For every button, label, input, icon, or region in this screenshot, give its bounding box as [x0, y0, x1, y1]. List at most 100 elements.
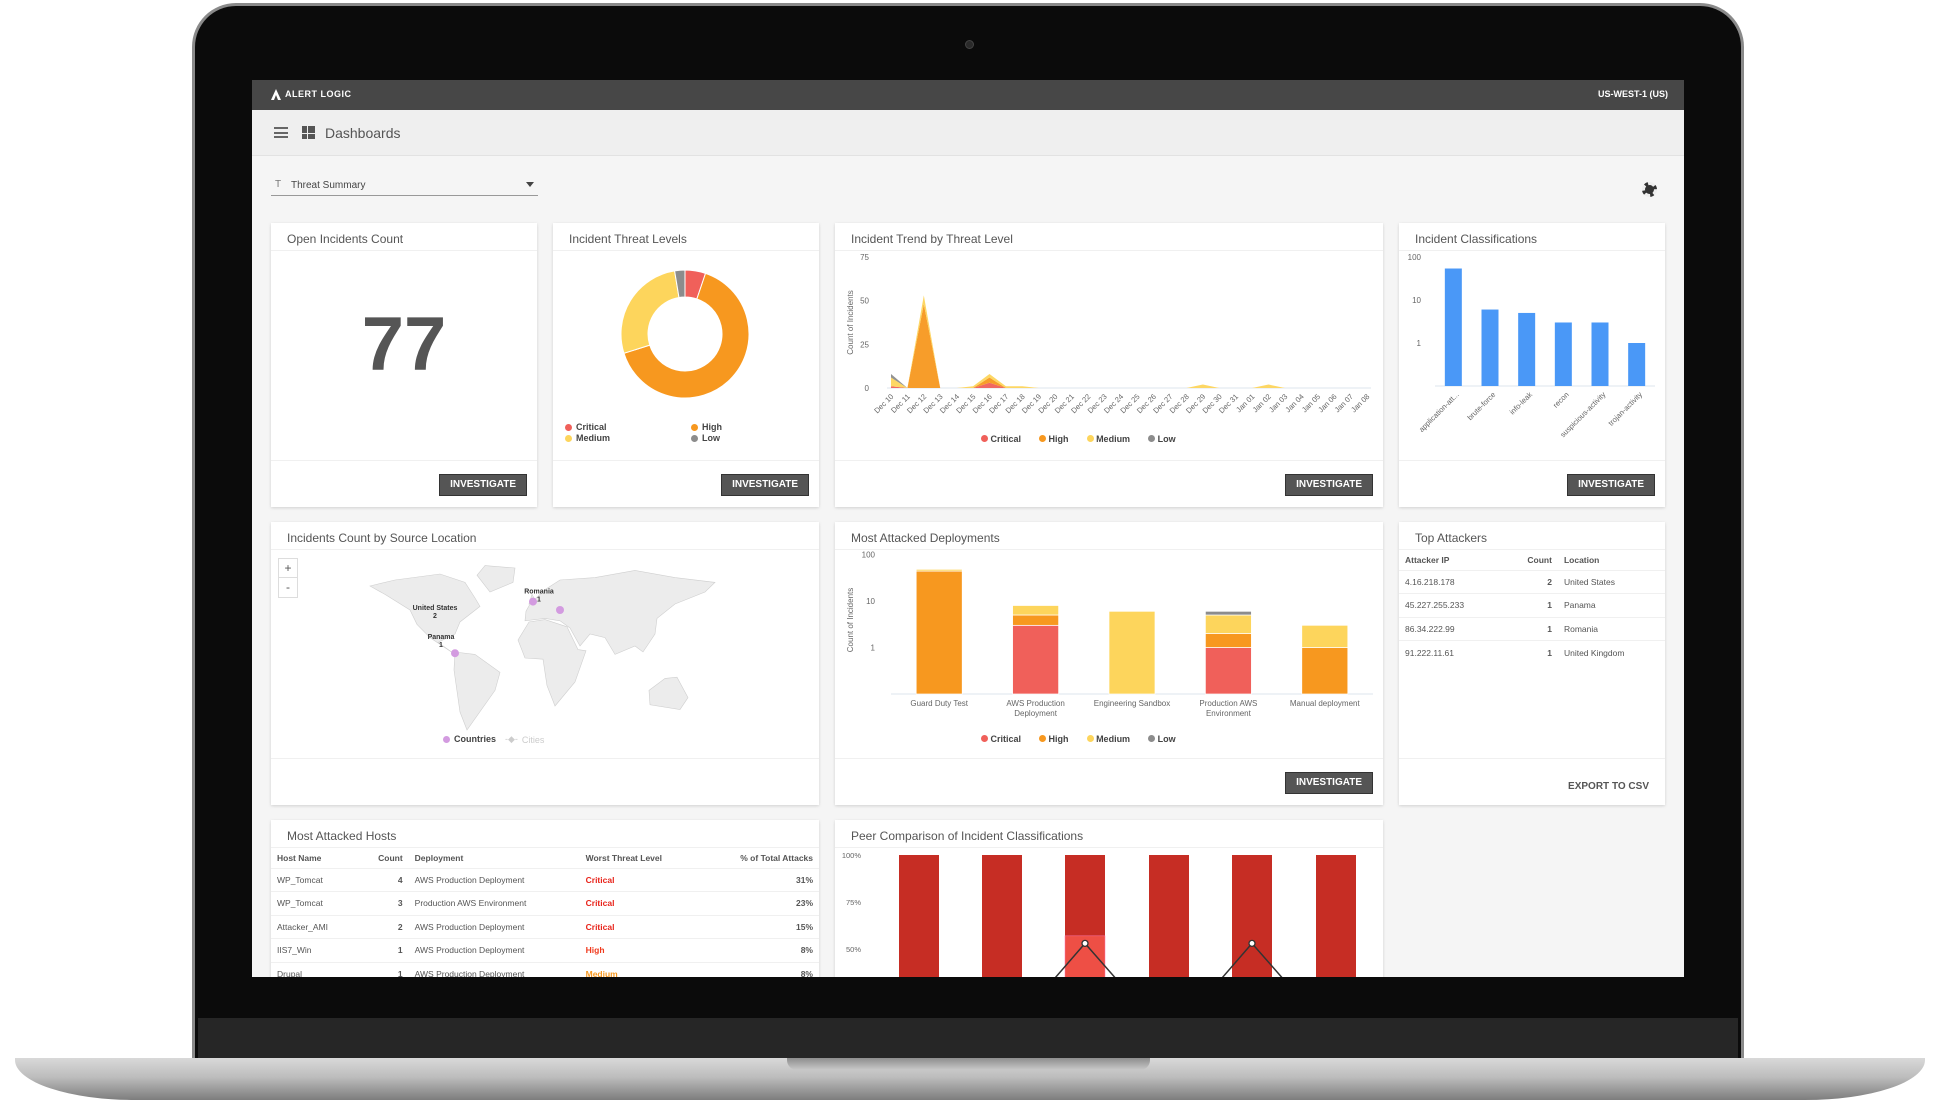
marker-count: 1 [439, 642, 443, 649]
menu-icon[interactable] [274, 127, 288, 138]
table-row[interactable]: WP_Tomcat 4 AWS Production Deployment Criti… [271, 867, 819, 892]
host-deployment: AWS Production Deployment [408, 867, 580, 892]
peer-bar [1316, 855, 1356, 977]
legend-medium[interactable]: Medium [1086, 434, 1130, 444]
peer-line-point [1248, 939, 1256, 948]
legend-low[interactable]: Low [1148, 434, 1176, 444]
y-tick-label: 50% [846, 945, 861, 954]
card-title: Most Attacked Deployments [835, 522, 1383, 550]
attacked-hosts-card: Most Attacked Hosts Host Name Count Depl… [271, 820, 819, 977]
host-deployment: AWS Production Deployment [408, 938, 580, 962]
column-header[interactable]: Count [358, 848, 409, 868]
country-marker [529, 597, 537, 606]
attacker-ip: 91.222.11.61 [1399, 640, 1504, 664]
x-tick-label: AWS Production [1006, 699, 1064, 708]
deployments-legend: Critical High Medium Low [981, 734, 1176, 744]
y-tick-label: 100 [1408, 253, 1422, 262]
column-header[interactable]: Location [1558, 550, 1665, 570]
table-row[interactable]: WP_Tomcat 3 Production AWS Environment Crit… [271, 891, 819, 915]
investigate-button[interactable]: INVESTIGATE [1285, 772, 1373, 794]
host-count: 1 [358, 961, 409, 977]
table-row[interactable]: Attacker_AMI 2 AWS Production Deployment Cr… [271, 914, 819, 939]
investigate-button[interactable]: INVESTIGATE [1567, 474, 1655, 496]
marker-label: Romania [524, 589, 554, 596]
column-header[interactable]: Count [1504, 550, 1558, 570]
column-header[interactable]: Host Name [271, 848, 358, 868]
host-name: WP_Tomcat [271, 867, 359, 892]
bar-segment-medium [915, 568, 963, 572]
table-row[interactable]: IIS7_Win 1 AWS Production Deployment High 8% [271, 938, 819, 962]
legend-critical[interactable]: Critical [981, 734, 1021, 744]
legend-critical[interactable]: Critical [565, 422, 607, 432]
dashboard-select-value: Threat Summary [291, 180, 366, 191]
worst-threat-level: Critical [579, 867, 702, 892]
x-tick-label: trojan-activity [1606, 390, 1644, 428]
x-tick-label: Engineering Sandbox [1094, 699, 1171, 708]
percent-total: 8% [701, 961, 819, 977]
marker-label: United States [413, 605, 458, 612]
country-shape [453, 651, 501, 731]
worst-threat-level: High [579, 938, 702, 962]
area-low [891, 295, 1367, 388]
host-count: 1 [358, 938, 409, 962]
column-header[interactable]: % of Total Attacks [702, 848, 819, 868]
bar-segment-medium [1108, 610, 1156, 695]
bar-brute-force [1481, 309, 1499, 386]
attacker-ip: 86.34.222.99 [1399, 616, 1504, 641]
region-selector[interactable]: US-WEST-1 (US) [1598, 89, 1668, 99]
column-header[interactable]: Attacker IP [1399, 550, 1504, 570]
legend-critical[interactable]: Critical [981, 434, 1021, 444]
world-map[interactable]: United States2Romania1Panama1 [271, 550, 819, 735]
legend-low[interactable]: Low [691, 433, 720, 443]
peer-comparison-chart: 50% 75% 100% [842, 851, 1356, 977]
export-csv-button[interactable]: EXPORT TO CSV [1568, 781, 1649, 792]
dashboard-select[interactable]: T Threat Summary [271, 176, 538, 196]
column-header[interactable]: Deployment [409, 848, 580, 868]
attacker-location: Romania [1557, 616, 1665, 641]
legend-medium[interactable]: Medium [565, 433, 610, 443]
y-tick-label: 75% [846, 898, 861, 907]
percent-total: 23% [701, 891, 819, 915]
laptop-notch [787, 1058, 1150, 1070]
classifications-card: Incident Classifications 1 10 100 applicati… [1399, 223, 1665, 507]
x-tick-label: Production AWS [1199, 699, 1257, 708]
legend-countries[interactable]: Countries [443, 734, 496, 744]
x-tick-label: Environment [1206, 709, 1252, 718]
legend-medium[interactable]: Medium [1086, 734, 1130, 744]
y-tick-label: 25 [860, 340, 869, 349]
donut-slice-medium [620, 270, 680, 354]
country-shape [476, 565, 516, 593]
table-row[interactable]: Drupal 1 AWS Production Deployment Medium 8% [271, 961, 819, 977]
card-title: Incident Classifications [1399, 223, 1665, 251]
chevron-down-icon [526, 182, 534, 187]
table-row[interactable]: 91.222.11.61 1 United Kingdom [1399, 640, 1665, 664]
legend-low[interactable]: Low [1148, 734, 1176, 744]
dashboard-icon [302, 126, 315, 139]
investigate-button[interactable]: INVESTIGATE [439, 474, 527, 496]
y-tick-label: 10 [1412, 296, 1421, 305]
peer-line-point [1081, 939, 1089, 948]
y-tick-label: 75 [860, 253, 869, 262]
settings-icon[interactable] [1642, 182, 1657, 197]
sub-header: Dashboards [252, 110, 1684, 156]
bar-segment-low [1205, 610, 1252, 616]
logo[interactable]: ALERT LOGIC [270, 88, 352, 100]
legend-high[interactable]: High [1039, 734, 1069, 744]
bar-info-leak [1518, 312, 1536, 386]
table-row[interactable]: 86.34.222.99 1 Romania [1399, 616, 1665, 641]
table-row[interactable]: 45.227.255.233 1 Panama [1399, 593, 1665, 617]
legend-high[interactable]: High [691, 422, 722, 432]
investigate-button[interactable]: INVESTIGATE [1285, 474, 1373, 496]
percent-total: 31% [701, 867, 819, 892]
column-header[interactable]: Worst Threat Level [580, 848, 702, 868]
bar-application-att... [1444, 268, 1462, 386]
investigate-button[interactable]: INVESTIGATE [721, 474, 809, 496]
threat-levels-card: Incident Threat Levels Critical High Med… [553, 223, 819, 507]
bar-segment-medium [1301, 624, 1349, 648]
legend-high[interactable]: High [1039, 434, 1069, 444]
legend-cities[interactable]: -◆- Cities [505, 734, 544, 745]
table-row[interactable]: 4.16.218.178 2 United States [1399, 569, 1665, 594]
card-title: Top Attackers [1399, 522, 1665, 550]
alert-logic-logo-icon [271, 89, 281, 100]
bar-segment-high [1205, 633, 1252, 648]
